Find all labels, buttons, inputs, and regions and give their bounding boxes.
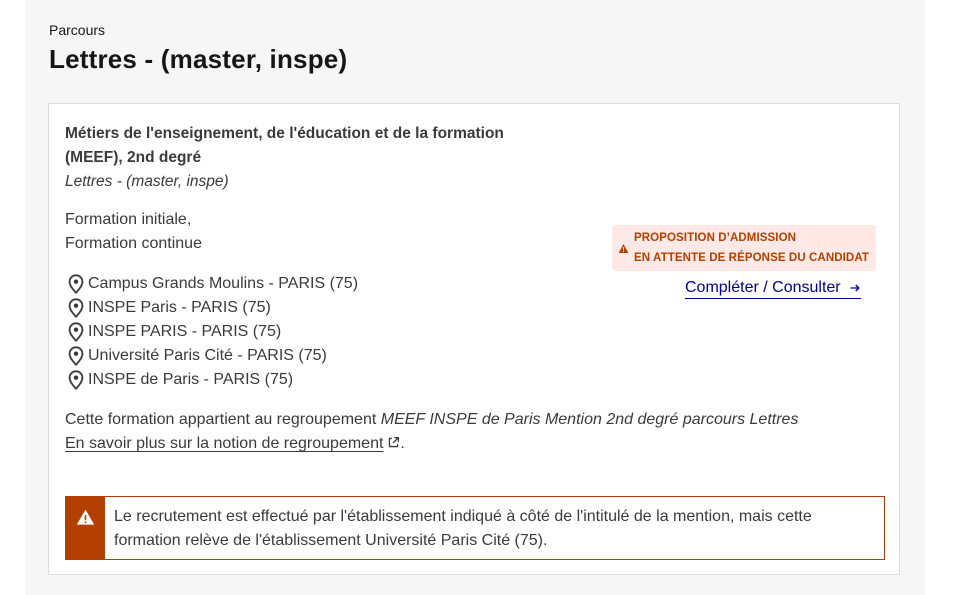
location-label: INSPE de Paris - PARIS (75) <box>88 371 294 388</box>
mode-item: Formation continue <box>65 235 202 252</box>
warning-alert: Le recrutement est effectué par l'établi… <box>65 496 885 560</box>
external-link-icon <box>389 436 400 448</box>
location-label: Campus Grands Moulins - PARIS (75) <box>88 275 359 292</box>
regroupement-info-link[interactable]: En savoir plus sur la notion de regroupe… <box>65 435 400 452</box>
map-pin-icon <box>68 298 84 318</box>
location-item: Université Paris Cité - PARIS (75) <box>65 344 358 368</box>
regroupement-link-label: En savoir plus sur la notion de regroupe… <box>65 435 384 452</box>
regroupement-text: Cette formation appartient au regroupeme… <box>65 408 875 456</box>
formation-modes: Formation initiale, Formation continue <box>65 208 202 256</box>
location-label: INSPE PARIS - PARIS (75) <box>88 323 282 340</box>
location-label: INSPE Paris - PARIS (75) <box>88 299 271 316</box>
page-title: Lettres - (master, inspe) <box>49 44 348 74</box>
location-label: Université Paris Cité - PARIS (75) <box>88 347 327 364</box>
arrow-right-icon <box>850 284 860 292</box>
location-list: Campus Grands Moulins - PARIS (75) INSPE… <box>65 272 358 392</box>
regroupement-prefix: Cette formation appartient au regroupeme… <box>65 411 381 428</box>
location-item: Campus Grands Moulins - PARIS (75) <box>65 272 358 296</box>
complete-consult-label: Compléter / Consulter <box>685 279 841 296</box>
status-badge: PROPOSITION D’ADMISSION EN ATTENTE DE RÉ… <box>612 225 877 271</box>
parcours-subtitle: Lettres - (master, inspe) <box>65 173 229 190</box>
regroupement-suffix: . <box>400 435 405 452</box>
section-eyebrow: Parcours <box>49 22 106 38</box>
status-text: PROPOSITION D’ADMISSION EN ATTENTE DE RÉ… <box>634 228 869 268</box>
status-line-2: EN ATTENTE DE RÉPONSE DU CANDIDAT <box>634 252 870 264</box>
location-item: INSPE PARIS - PARIS (75) <box>65 320 358 344</box>
map-pin-icon <box>68 370 84 390</box>
map-pin-icon <box>68 346 84 366</box>
alert-message: Le recrutement est effectué par l'établi… <box>114 508 812 549</box>
mode-item: Formation initiale, <box>65 211 192 228</box>
alert-icon-bar <box>66 497 105 559</box>
regroupement-name: MEEF INSPE de Paris Mention 2nd degré pa… <box>380 411 799 428</box>
mention-title: Métiers de l'enseignement, de l'éducatio… <box>65 125 504 166</box>
location-item: INSPE de Paris - PARIS (75) <box>65 368 358 392</box>
warning-icon <box>618 243 629 253</box>
formation-card: Métiers de l'enseignement, de l'éducatio… <box>48 103 900 575</box>
location-item: INSPE Paris - PARIS (75) <box>65 296 358 320</box>
warning-icon <box>76 509 95 525</box>
map-pin-icon <box>68 322 84 342</box>
map-pin-icon <box>68 274 84 294</box>
parcours-panel: Parcours Lettres - (master, inspe) Métie… <box>25 0 925 595</box>
status-line-1: PROPOSITION D’ADMISSION <box>634 232 797 244</box>
complete-consult-link[interactable]: Compléter / Consulter <box>685 278 861 299</box>
